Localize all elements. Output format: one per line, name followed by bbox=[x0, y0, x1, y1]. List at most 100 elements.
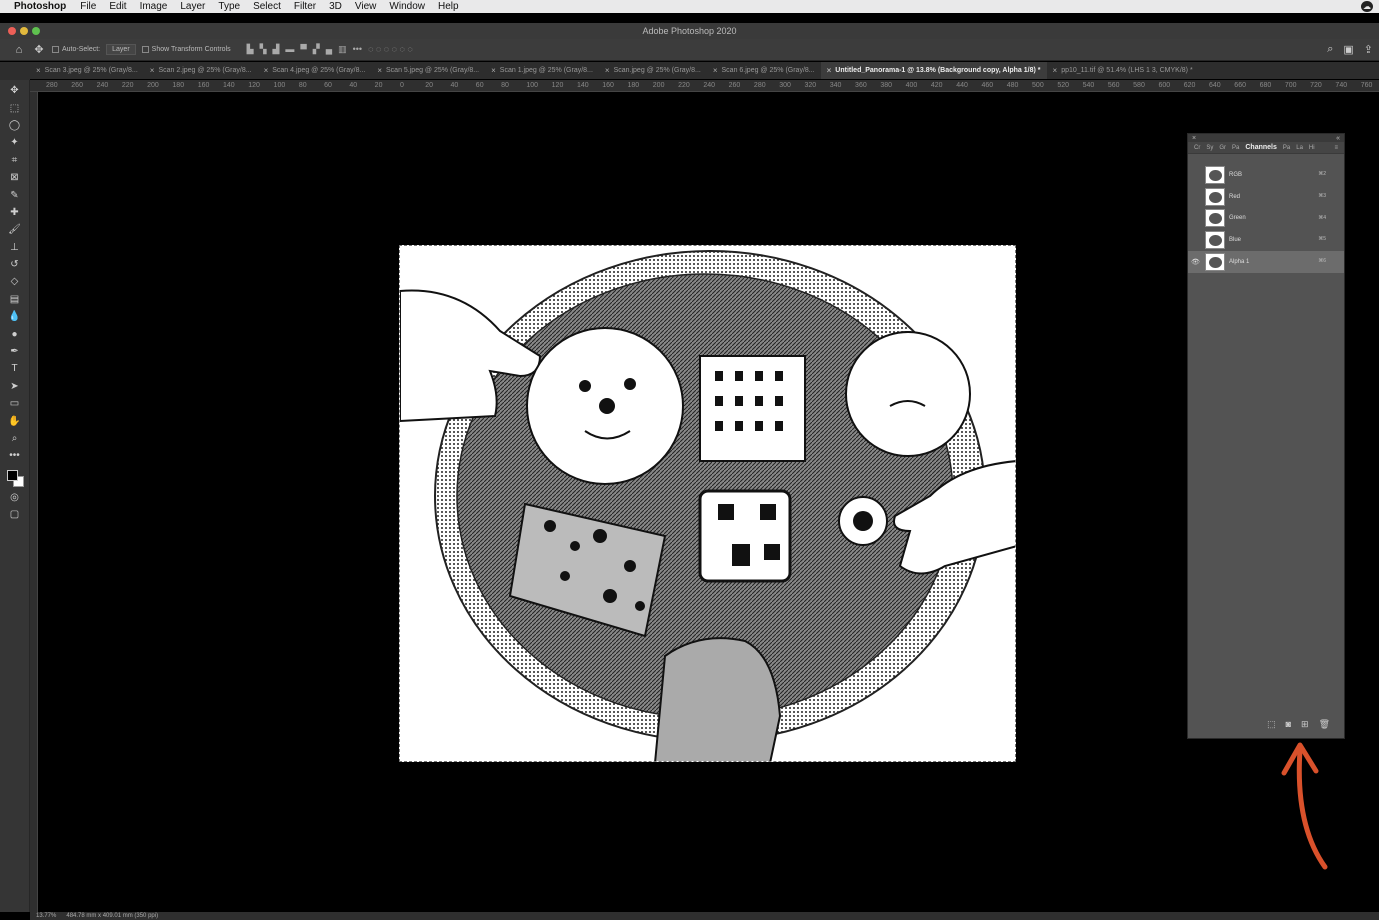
move-tool-preset-icon[interactable]: ✥ bbox=[32, 43, 46, 57]
horizontal-ruler[interactable]: 280 260 240 220 200 180 160 140 120 100 80 60 40 20 0 2… bbox=[30, 80, 1379, 92]
align-top-icon[interactable]: ▀ bbox=[300, 44, 306, 55]
menu-filter[interactable]: Filter bbox=[294, 1, 316, 12]
creative-cloud-icon[interactable]: ☁ bbox=[1361, 1, 1373, 12]
close-tab-icon[interactable]: × bbox=[827, 66, 832, 75]
path-select-icon[interactable]: ➤ bbox=[4, 378, 26, 395]
workspace-icon[interactable]: ▣ bbox=[1343, 43, 1353, 56]
transform-controls-checkbox[interactable]: Show Transform Controls bbox=[141, 46, 231, 53]
menu-3d[interactable]: 3D bbox=[329, 1, 342, 12]
save-selection-icon[interactable]: ◙ bbox=[1286, 719, 1291, 729]
auto-select-box[interactable] bbox=[52, 46, 59, 53]
dodge-icon[interactable]: ● bbox=[4, 325, 26, 342]
history-brush-icon[interactable]: ↺ bbox=[4, 256, 26, 273]
menu-app-name[interactable]: Photoshop bbox=[14, 1, 66, 12]
close-tab-icon[interactable]: × bbox=[491, 66, 496, 75]
align-middle-icon[interactable]: ▞ bbox=[313, 44, 320, 55]
tab-scan[interactable]: × Scan.jpeg @ 25% (Gray/8... bbox=[599, 62, 707, 79]
zoom-level[interactable]: 13.77% bbox=[36, 913, 56, 919]
close-panel-icon[interactable]: × bbox=[1192, 135, 1196, 142]
quick-mask-icon[interactable]: ◎ bbox=[4, 489, 26, 506]
eyedropper-icon[interactable]: ✎ bbox=[4, 186, 26, 203]
document-canvas[interactable] bbox=[399, 245, 1016, 762]
distribute-icon[interactable]: ▥ bbox=[338, 44, 347, 55]
menu-image[interactable]: Image bbox=[140, 1, 168, 12]
tab-color[interactable]: Cr bbox=[1194, 145, 1200, 151]
magic-wand-icon[interactable]: ✦ bbox=[4, 134, 26, 151]
foreground-color-swatch[interactable] bbox=[6, 469, 18, 481]
close-tab-icon[interactable]: × bbox=[605, 66, 610, 75]
channel-row-blue[interactable]: Blue ⌘5 bbox=[1188, 229, 1344, 251]
tab-gradients[interactable]: Gr bbox=[1219, 145, 1226, 151]
eraser-icon[interactable]: ◇ bbox=[4, 273, 26, 290]
align-center-icon[interactable]: ▚ bbox=[260, 44, 267, 55]
auto-select-checkbox[interactable]: Auto-Select: bbox=[52, 46, 100, 53]
close-tab-icon[interactable]: × bbox=[713, 66, 718, 75]
align-vcenter-icon[interactable]: ▬ bbox=[285, 44, 294, 55]
close-window-icon[interactable] bbox=[8, 27, 16, 35]
more-options-icon[interactable]: ••• bbox=[353, 44, 362, 55]
channel-row-rgb[interactable]: RGB ⌘2 bbox=[1188, 164, 1344, 186]
search-icon[interactable]: ⌕ bbox=[1327, 43, 1333, 56]
close-tab-icon[interactable]: × bbox=[36, 66, 41, 75]
tab-paths[interactable]: Pa bbox=[1283, 145, 1290, 151]
home-icon[interactable]: ⌂ bbox=[12, 43, 26, 57]
gradient-icon[interactable]: ▤ bbox=[4, 291, 26, 308]
align-bottom-icon[interactable]: ▄ bbox=[326, 44, 332, 55]
collapse-panel-icon[interactable]: « bbox=[1336, 135, 1340, 142]
menu-layer[interactable]: Layer bbox=[180, 1, 205, 12]
align-right-icon[interactable]: ▟ bbox=[272, 44, 279, 55]
minimize-window-icon[interactable] bbox=[20, 27, 28, 35]
trash-icon[interactable]: 🗑 bbox=[1319, 719, 1330, 730]
new-channel-icon[interactable]: ⊞ bbox=[1301, 719, 1309, 730]
hand-icon[interactable]: ✋ bbox=[4, 412, 26, 429]
more-icon[interactable]: ••• bbox=[4, 447, 26, 464]
tab-scan-6[interactable]: × Scan 6.jpeg @ 25% (Gray/8... bbox=[707, 62, 821, 79]
align-left-icon[interactable]: ▙ bbox=[247, 44, 254, 55]
healing-icon[interactable]: ✚ bbox=[4, 204, 26, 221]
channel-row-green[interactable]: Green ⌘4 bbox=[1188, 208, 1344, 230]
tab-scan-3[interactable]: × Scan 3.jpeg @ 25% (Gray/8... bbox=[30, 62, 144, 79]
menu-type[interactable]: Type bbox=[218, 1, 240, 12]
tab-history[interactable]: Hi bbox=[1309, 145, 1315, 151]
rectangle-icon[interactable]: ▭ bbox=[4, 395, 26, 412]
marquee-icon[interactable]: ⬚ bbox=[4, 99, 26, 116]
channel-row-alpha-1[interactable]: 👁 Alpha 1 ⌘6 bbox=[1188, 251, 1344, 273]
menu-help[interactable]: Help bbox=[438, 1, 459, 12]
tab-patterns[interactable]: Pa bbox=[1232, 145, 1239, 151]
share-icon[interactable]: ⇪ bbox=[1364, 43, 1373, 56]
close-tab-icon[interactable]: × bbox=[150, 66, 155, 75]
frame-icon[interactable]: ⊠ bbox=[4, 169, 26, 186]
menu-window[interactable]: Window bbox=[389, 1, 425, 12]
tab-untitled-panorama[interactable]: × Untitled_Panorama-1 @ 13.8% (Background… bbox=[820, 62, 1047, 79]
3d-mode-icons[interactable]: ◌ ◌ ◌ ◌ ◌ ◌ bbox=[368, 44, 413, 55]
tab-channels[interactable]: Channels bbox=[1245, 144, 1277, 151]
close-tab-icon[interactable]: × bbox=[264, 66, 269, 75]
close-tab-icon[interactable]: × bbox=[377, 66, 382, 75]
tab-scan-4[interactable]: × Scan 4.jpeg @ 25% (Gray/8... bbox=[258, 62, 372, 79]
tab-layers[interactable]: La bbox=[1296, 145, 1303, 151]
lasso-icon[interactable]: ◯ bbox=[4, 117, 26, 134]
tab-scan-1[interactable]: × Scan 1.jpeg @ 25% (Gray/8... bbox=[485, 62, 599, 79]
move-icon[interactable]: ✥ bbox=[4, 82, 26, 99]
menu-view[interactable]: View bbox=[355, 1, 377, 12]
tab-scan-2[interactable]: × Scan 2.jpeg @ 25% (Gray/8... bbox=[144, 62, 258, 79]
pen-icon[interactable]: ✒ bbox=[4, 343, 26, 360]
close-tab-icon[interactable]: × bbox=[1053, 66, 1058, 75]
eye-icon[interactable]: 👁 bbox=[1191, 258, 1200, 266]
vertical-ruler[interactable] bbox=[30, 92, 38, 912]
crop-icon[interactable]: ⌗ bbox=[4, 152, 26, 169]
zoom-icon[interactable]: ⌕ bbox=[4, 430, 26, 447]
type-icon[interactable]: T bbox=[4, 360, 26, 377]
stamp-icon[interactable]: ⊥ bbox=[4, 239, 26, 256]
auto-select-dropdown[interactable]: Layer bbox=[106, 44, 136, 55]
load-selection-icon[interactable]: ⬚ bbox=[1267, 719, 1276, 730]
tab-swatches[interactable]: Sy bbox=[1206, 145, 1213, 151]
channel-row-red[interactable]: Red ⌘3 bbox=[1188, 186, 1344, 208]
transform-controls-box[interactable] bbox=[141, 46, 149, 53]
zoom-window-icon[interactable] bbox=[32, 27, 40, 35]
panel-menu-icon[interactable]: ≡ bbox=[1334, 145, 1338, 151]
menu-select[interactable]: Select bbox=[253, 1, 281, 12]
menu-edit[interactable]: Edit bbox=[109, 1, 126, 12]
menu-file[interactable]: File bbox=[80, 1, 96, 12]
color-swatches[interactable] bbox=[4, 467, 26, 489]
